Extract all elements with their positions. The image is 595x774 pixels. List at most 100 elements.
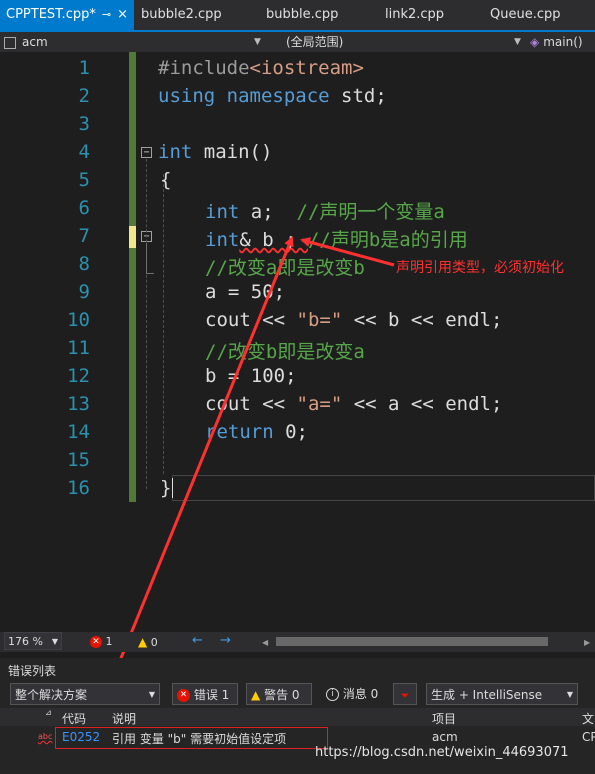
tab-cpptest[interactable]: CPPTEST.cpp* ⊸ ×: [0, 0, 134, 30]
warning-count-value: 0: [150, 636, 158, 649]
line-number: 13: [67, 393, 90, 415]
warnings-filter-label: 警告 0: [264, 688, 300, 702]
code-text: << a << endl;: [342, 393, 503, 415]
function-dropdown[interactable]: ◈ main(): [530, 33, 595, 51]
error-highlight-box: [55, 727, 328, 749]
unsaved-change-marker: [129, 226, 136, 248]
column-header-code[interactable]: 代码: [62, 710, 86, 727]
filter-icon: ⏷: [400, 689, 410, 702]
line-number: 15: [67, 449, 90, 471]
code-text: 0;: [273, 421, 308, 443]
code-line-16: }: [160, 477, 172, 499]
watermark: https://blog.csdn.net/weixin_44693071: [315, 745, 569, 760]
error-project: acm: [432, 730, 458, 744]
zoom-dropdown[interactable]: 176 % ▼: [4, 632, 62, 650]
warning-count[interactable]: ▲ 0: [138, 634, 158, 651]
chevron-down-icon: ▼: [514, 37, 521, 47]
preprocessor-directive: #include: [158, 57, 250, 79]
fold-toggle-main[interactable]: −: [141, 147, 152, 158]
fold-guide: [146, 159, 147, 489]
code-line-1: #include<iostream>: [158, 57, 364, 79]
fold-guide-end: [146, 273, 154, 274]
code-text: a;: [239, 201, 297, 223]
intellisense-error-icon: abc: [38, 732, 53, 741]
fold-guide: [146, 243, 147, 273]
code-line-9: a = 50;: [205, 281, 286, 303]
code-text: cout <<: [205, 309, 297, 331]
tab-label: bubble.cpp: [266, 7, 339, 22]
project-dropdown[interactable]: acm ▼: [4, 33, 262, 51]
code-text: & b ;: [239, 229, 308, 251]
code-line-14: return 0;: [205, 421, 308, 443]
warnings-filter-button[interactable]: ▲ 警告 0: [246, 683, 312, 705]
editor-status-bar: 176 % ▼ ✕ 1 ▲ 0 ← → ◀ ▶: [0, 632, 595, 652]
scope-filter-dropdown[interactable]: 整个解决方案 ▼: [10, 683, 160, 705]
comment: //声明b是a的引用: [307, 229, 468, 251]
line-number: 1: [78, 57, 90, 79]
tab-bubble2[interactable]: bubble2.cpp: [141, 0, 222, 30]
warning-icon: ▲: [138, 635, 148, 649]
scope-label: (全局范围): [286, 35, 344, 49]
tab-bubble[interactable]: bubble.cpp: [266, 0, 338, 30]
line-number: 4: [78, 141, 90, 163]
line-number: 14: [67, 421, 90, 443]
navigate-back-icon[interactable]: ←: [192, 633, 203, 648]
line-number: 3: [78, 113, 90, 135]
tab-link2[interactable]: link2.cpp: [385, 0, 444, 30]
code-line-8: //改变a即是改变b: [205, 257, 365, 279]
scope-dropdown[interactable]: (全局范围) ▼: [286, 33, 524, 51]
tab-label: CPPTEST.cpp*: [6, 7, 96, 22]
tab-bar: CPPTEST.cpp* ⊸ × bubble2.cpp bubble.cpp li…: [0, 0, 595, 32]
error-icon: ✕: [90, 636, 102, 648]
zoom-level: 176 %: [8, 635, 43, 648]
navigate-forward-icon[interactable]: →: [220, 633, 231, 648]
line-number: 16: [67, 477, 90, 499]
function-icon: ◈: [530, 35, 540, 49]
error-count[interactable]: ✕ 1: [90, 634, 113, 650]
errors-filter-button[interactable]: ✕ 错误 1: [172, 683, 238, 705]
text-cursor: [172, 478, 173, 498]
close-icon[interactable]: ×: [117, 7, 128, 22]
pin-icon[interactable]: ⊸: [102, 8, 111, 21]
code-line-6: int a; //声明一个变量a: [205, 197, 445, 224]
sort-icon[interactable]: ⊿: [45, 708, 52, 717]
messages-filter-label: 消息 0: [342, 687, 379, 701]
code-line-7: int& b ; //声明b是a的引用: [205, 225, 468, 252]
column-header-project[interactable]: 项目: [432, 710, 456, 727]
string-literal: "b=": [296, 309, 343, 331]
annotation-label: 声明引用类型，必须初始化: [396, 260, 564, 276]
code-editor[interactable]: 1 2 3 4 5 6 7 8 9 10 11 12 13 14 15 16 −…: [0, 52, 595, 632]
code-text: cout <<: [205, 393, 297, 415]
keyword: using namespace: [158, 85, 330, 107]
chevron-down-icon: ▼: [148, 690, 155, 699]
horizontal-scrollbar-thumb[interactable]: [276, 637, 548, 646]
build-filter-label: 生成 + IntelliSense: [431, 688, 543, 702]
line-number: 5: [78, 169, 90, 191]
filter-button[interactable]: ⏷: [393, 683, 417, 705]
keyword: int: [205, 229, 240, 251]
build-filter-dropdown[interactable]: 生成 + IntelliSense ▼: [426, 683, 578, 705]
line-number: 2: [78, 85, 90, 107]
panel-title: 错误列表: [8, 664, 57, 678]
errors-filter-label: 错误 1: [193, 688, 230, 702]
column-header-description[interactable]: 说明: [112, 710, 136, 727]
code-text: main(): [192, 141, 273, 163]
chevron-down-icon: ▼: [566, 690, 573, 699]
column-header-file[interactable]: 文: [582, 710, 594, 727]
tab-queue[interactable]: Queue.cpp: [490, 0, 561, 30]
code-line-10: cout << "b=" << b << endl;: [205, 309, 502, 331]
tab-label: bubble2.cpp: [141, 7, 222, 22]
scroll-left-icon[interactable]: ◀: [262, 638, 268, 647]
tab-label: Queue.cpp: [490, 7, 561, 22]
comment: //声明一个变量a: [296, 201, 445, 223]
keyword: int: [158, 141, 193, 163]
info-icon: i: [326, 688, 339, 701]
code-line-5: {: [160, 169, 172, 191]
line-number: 8: [78, 253, 90, 275]
line-number: 9: [78, 281, 90, 303]
project-icon: [4, 36, 16, 49]
messages-filter-button[interactable]: i 消息 0: [322, 683, 386, 705]
code-text: << b << endl;: [342, 309, 503, 331]
warning-icon: ▲: [251, 688, 261, 702]
scroll-right-icon[interactable]: ▶: [584, 638, 590, 647]
